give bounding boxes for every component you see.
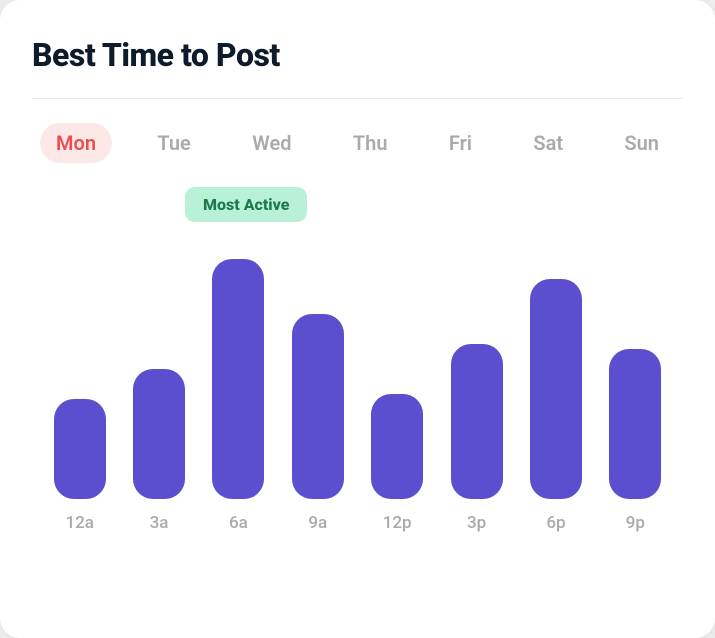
x-label-12p: 12p (358, 513, 437, 533)
card: Best Time to Post MonTueWedThuFriSatSun … (0, 0, 715, 638)
bar-3a (133, 369, 185, 499)
bar-col-6p (516, 279, 595, 499)
most-active-badge: Most Active (185, 187, 307, 222)
bar-9a (292, 314, 344, 499)
x-label-9a: 9a (278, 513, 357, 533)
x-label-3a: 3a (119, 513, 198, 533)
bar-12a (54, 399, 106, 499)
bar-col-12a (40, 399, 119, 499)
x-label-6a: 6a (199, 513, 278, 533)
bar-6a (212, 259, 264, 499)
day-tab-mon[interactable]: Mon (40, 123, 112, 163)
bars-area (32, 219, 683, 499)
day-tab-sun[interactable]: Sun (608, 123, 675, 163)
day-tab-wed[interactable]: Wed (236, 123, 307, 163)
chart-container: Most Active 12a3a6a9a12p3p6p9p (32, 195, 683, 610)
bar-col-9p (596, 349, 675, 499)
page-title: Best Time to Post (32, 36, 683, 74)
bar-6p (530, 279, 582, 499)
x-label-12a: 12a (40, 513, 119, 533)
bar-3p (451, 344, 503, 499)
x-label-9p: 9p (596, 513, 675, 533)
divider (32, 98, 683, 99)
bar-col-3p (437, 344, 516, 499)
bar-col-6a (199, 259, 278, 499)
day-tab-tue[interactable]: Tue (141, 123, 206, 163)
day-tab-thu[interactable]: Thu (337, 123, 404, 163)
bar-col-9a (278, 314, 357, 499)
bar-12p (371, 394, 423, 499)
day-tab-sat[interactable]: Sat (517, 123, 579, 163)
x-axis-labels: 12a3a6a9a12p3p6p9p (32, 499, 683, 533)
day-tab-fri[interactable]: Fri (433, 123, 488, 163)
bar-9p (609, 349, 661, 499)
bar-col-12p (358, 394, 437, 499)
x-label-6p: 6p (516, 513, 595, 533)
x-label-3p: 3p (437, 513, 516, 533)
bar-col-3a (119, 369, 198, 499)
days-navigation: Mon Tue Wed Thu Fri Sat Sun (32, 123, 683, 163)
